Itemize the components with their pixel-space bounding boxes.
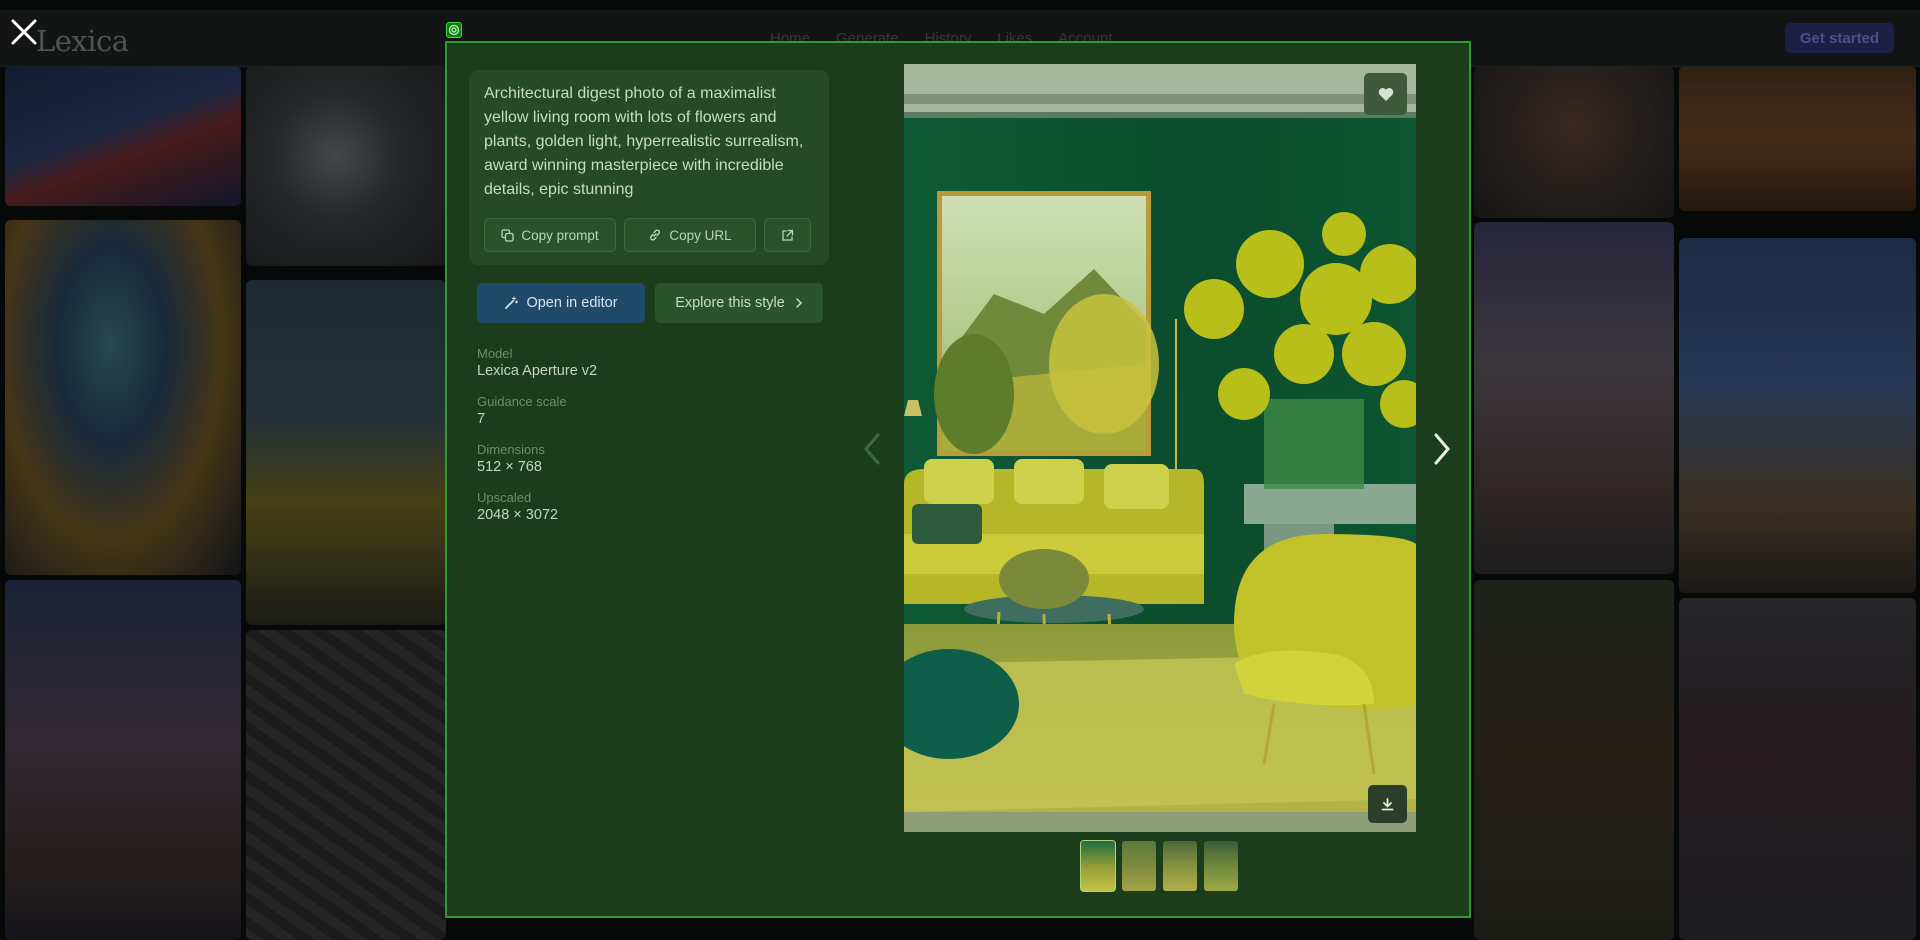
meta-upscaled: Upscaled 2048 × 3072 xyxy=(477,490,777,523)
thumbnail[interactable] xyxy=(1204,841,1238,891)
meta-value: Lexica Aperture v2 xyxy=(477,363,598,379)
meta-label: Dimensions xyxy=(477,442,545,457)
meta-value: 7 xyxy=(477,411,486,427)
thumbnail[interactable] xyxy=(1163,841,1197,891)
prompt-text: Architectural digest photo of a maximali… xyxy=(484,85,804,198)
copy-icon xyxy=(501,228,514,242)
target-icon xyxy=(446,22,462,38)
meta-model: Model Lexica Aperture v2 xyxy=(477,346,777,379)
meta-guidance-scale: Guidance scale 7 xyxy=(477,394,777,427)
heart-icon xyxy=(1378,87,1393,101)
open-in-editor-label: Open in editor xyxy=(526,295,618,311)
download-button[interactable] xyxy=(1368,785,1407,823)
chevron-right-icon[interactable] xyxy=(1432,431,1452,467)
copy-url-button[interactable]: Copy URL xyxy=(624,218,756,252)
open-link-button[interactable] xyxy=(764,218,811,252)
explore-style-label: Explore this style xyxy=(675,295,785,311)
copy-prompt-button[interactable]: Copy prompt xyxy=(484,218,616,252)
explore-style-button[interactable]: Explore this style xyxy=(655,283,823,323)
copy-url-label: Copy URL xyxy=(669,227,732,243)
meta-label: Upscaled xyxy=(477,490,532,505)
meta-dimensions: Dimensions 512 × 768 xyxy=(477,442,777,475)
copy-prompt-label: Copy prompt xyxy=(521,227,599,243)
meta-label: Model xyxy=(477,346,513,361)
main-image[interactable] xyxy=(904,64,1416,832)
open-in-editor-button[interactable]: Open in editor xyxy=(477,283,645,323)
meta-value: 512 × 768 xyxy=(477,459,542,475)
app-logo[interactable]: Lexica xyxy=(36,24,129,58)
thumbnail[interactable] xyxy=(1080,840,1116,892)
download-icon xyxy=(1381,797,1394,810)
link-icon xyxy=(650,229,661,241)
meta-value: 2048 × 3072 xyxy=(477,507,559,523)
prompt-card: Architectural digest photo of a maximali… xyxy=(469,70,829,265)
chevron-right-icon xyxy=(796,298,802,308)
wand-icon xyxy=(505,296,519,309)
thumbnail-strip xyxy=(1080,840,1238,892)
get-started-button[interactable]: Get started xyxy=(1785,23,1894,53)
meta-label: Guidance scale xyxy=(477,394,567,409)
close-icon[interactable] xyxy=(10,18,38,46)
like-button[interactable] xyxy=(1364,73,1407,115)
chevron-left-icon[interactable] xyxy=(862,431,882,467)
thumbnail[interactable] xyxy=(1122,841,1156,891)
image-detail-modal: Architectural digest photo of a maximali… xyxy=(445,41,1471,918)
external-link-icon xyxy=(782,229,794,241)
